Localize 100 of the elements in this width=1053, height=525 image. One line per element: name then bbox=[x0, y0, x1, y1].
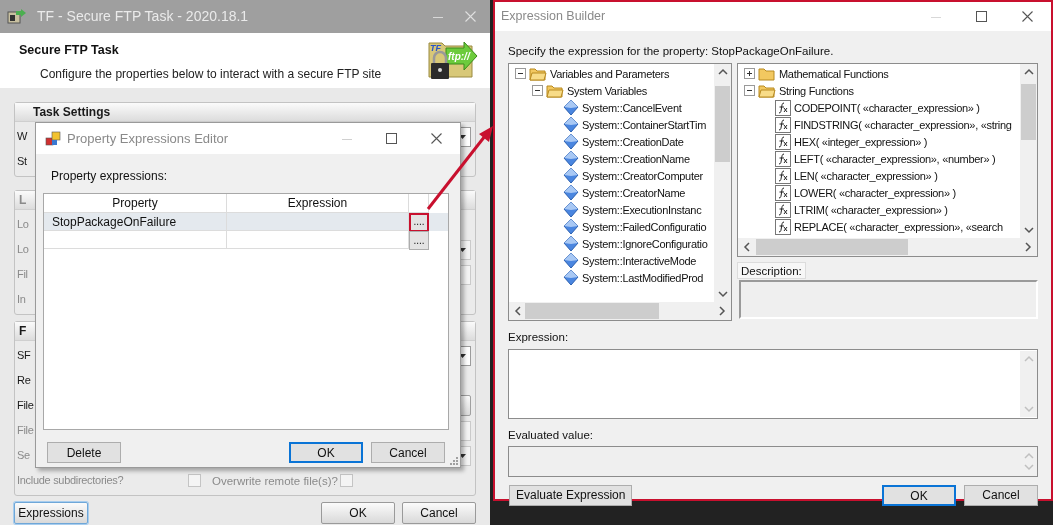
tree-label: System::LastModifiedProd bbox=[582, 270, 704, 286]
field-label: Fil bbox=[17, 267, 28, 283]
scrollbar-thumb[interactable] bbox=[1021, 84, 1036, 141]
tree-item[interactable]: HEX( «integer_expression» ) bbox=[738, 133, 1020, 151]
diamond-icon bbox=[563, 252, 579, 270]
dialog-button[interactable]: Cancel bbox=[964, 484, 1038, 506]
collapse-icon[interactable] bbox=[515, 68, 526, 80]
tree-item[interactable]: System::CancelEvent bbox=[509, 99, 714, 117]
resize-grip-icon[interactable] bbox=[450, 457, 458, 465]
dialog-button[interactable]: Delete bbox=[47, 442, 121, 463]
dialog-button[interactable]: Evaluate Expression bbox=[509, 484, 633, 506]
field-label: File bbox=[17, 423, 34, 439]
expand-icon[interactable] bbox=[744, 68, 755, 80]
function-icon bbox=[775, 167, 791, 184]
scrollbar-thumb[interactable] bbox=[756, 239, 908, 256]
tree-label: Mathematical Functions bbox=[779, 66, 889, 82]
table-row[interactable]: StopPackageOnFailure .... bbox=[44, 213, 448, 231]
tree-item[interactable]: System::CreatorName bbox=[509, 184, 714, 202]
tree-item[interactable]: LOWER( «character_expression» ) bbox=[738, 184, 1020, 202]
dialog-button[interactable]: OK bbox=[321, 502, 395, 524]
diamond-icon bbox=[563, 99, 579, 117]
checkbox-label: Overwrite remote file(s)? bbox=[212, 474, 338, 489]
tree-label: System::ExecutionInstanc bbox=[582, 202, 702, 218]
app-icon bbox=[7, 8, 27, 25]
field-label: Evaluated value: bbox=[508, 427, 595, 443]
tree-item[interactable]: REPLACE( «character_expression», «search bbox=[738, 218, 1020, 236]
tree-item[interactable]: LEFT( «character_expression», «number» ) bbox=[738, 150, 1020, 168]
dialog-button[interactable]: Cancel bbox=[371, 442, 445, 463]
collapse-icon[interactable] bbox=[532, 85, 543, 97]
tree-item[interactable]: Variables and Parameters bbox=[509, 65, 714, 83]
tree-label: System::CancelEvent bbox=[582, 100, 682, 116]
ftp-lock-logo: ftp:// TF bbox=[428, 39, 478, 81]
maximize-icon[interactable] bbox=[386, 133, 397, 144]
dialog-button[interactable]: OK bbox=[882, 484, 956, 506]
tree-label: CODEPOINT( «character_expression» ) bbox=[794, 100, 980, 116]
function-icon bbox=[775, 184, 791, 201]
group-header[interactable]: Task Settings bbox=[15, 103, 475, 122]
tree-item[interactable]: System::ExecutionInstanc bbox=[509, 201, 714, 219]
scrollbar-thumb[interactable] bbox=[525, 303, 659, 320]
tree-item[interactable]: System::CreationName bbox=[509, 150, 714, 168]
expression-field[interactable] bbox=[508, 348, 1038, 419]
tree-label: LEFT( «character_expression», «number» ) bbox=[794, 151, 996, 167]
description-tab[interactable]: Description: bbox=[737, 262, 806, 280]
window-title: Property Expressions Editor bbox=[67, 129, 229, 148]
scroll-down-icon[interactable] bbox=[717, 290, 728, 299]
caret-icon bbox=[459, 453, 466, 458]
function-icon bbox=[775, 99, 791, 116]
tree-item[interactable]: System::InteractiveMode bbox=[509, 252, 714, 270]
tree-item[interactable]: System::IgnoreConfiguratio bbox=[509, 235, 714, 253]
dialog-button[interactable]: OK bbox=[289, 442, 363, 463]
maximize-icon[interactable] bbox=[976, 11, 987, 22]
tree-item[interactable]: System::CreatorComputer bbox=[509, 167, 714, 185]
scroll-right-icon[interactable] bbox=[718, 306, 726, 317]
tree-item[interactable]: System::LastModifiedProd bbox=[509, 269, 714, 287]
tree-label: System Variables bbox=[567, 83, 647, 99]
tree-item[interactable]: System::CreationDate bbox=[509, 133, 714, 151]
tree-label: LEN( «character_expression» ) bbox=[794, 168, 938, 184]
tree-label: REPLACE( «character_expression», «search bbox=[794, 219, 1003, 235]
horizontal-scrollbar[interactable] bbox=[738, 238, 1037, 257]
field-label: Expression: bbox=[508, 330, 570, 346]
tree-item[interactable]: FINDSTRING( «character_expression», «string bbox=[738, 116, 1020, 134]
scrollbar-thumb[interactable] bbox=[715, 86, 730, 163]
tree-item[interactable]: System::ContainerStartTim bbox=[509, 116, 714, 134]
scroll-right-icon[interactable] bbox=[1024, 242, 1032, 253]
scroll-down-icon[interactable] bbox=[1023, 226, 1034, 235]
window-title: TF - Secure FTP Task - 2020.18.1 bbox=[37, 7, 249, 26]
tree-item[interactable]: String Functions bbox=[738, 82, 1020, 100]
dialog-button[interactable]: Cancel bbox=[402, 502, 476, 524]
tree-item[interactable]: Mathematical Functions bbox=[738, 65, 1020, 83]
prompt-text: Specify the expression for the property: StopPackageOnFailure. bbox=[508, 44, 835, 59]
field-label: Lo bbox=[17, 217, 29, 233]
tree-item[interactable]: LTRIM( «character_expression» ) bbox=[738, 201, 1020, 219]
tree-item[interactable]: System::FailedConfiguratio bbox=[509, 218, 714, 236]
scroll-left-icon[interactable] bbox=[743, 242, 751, 253]
tree-item[interactable]: LEN( «character_expression» ) bbox=[738, 167, 1020, 185]
folder-icon bbox=[758, 66, 776, 81]
collapse-icon[interactable] bbox=[744, 85, 755, 97]
dialog-button[interactable]: Expressions bbox=[14, 502, 88, 524]
field-label: Include subdirectories? bbox=[17, 473, 124, 489]
field-label: St bbox=[17, 154, 27, 170]
horizontal-scrollbar[interactable] bbox=[509, 302, 731, 321]
app-icon bbox=[45, 130, 61, 147]
tree-item[interactable]: CODEPOINT( «character_expression» ) bbox=[738, 99, 1020, 117]
group-title: L bbox=[19, 192, 27, 209]
vertical-scrollbar[interactable] bbox=[714, 64, 731, 303]
close-icon[interactable] bbox=[431, 133, 442, 144]
diamond-icon bbox=[563, 133, 579, 151]
tree-label: FINDSTRING( «character_expression», «string bbox=[794, 117, 1012, 133]
table-cell-text: StopPackageOnFailure bbox=[52, 213, 177, 231]
tree-label: System::CreatorName bbox=[582, 185, 686, 201]
header-subtitle: Configure the properties below to interact with a secure FTP site bbox=[39, 65, 382, 83]
field-label: File bbox=[17, 398, 34, 414]
close-icon[interactable] bbox=[1022, 11, 1033, 22]
tree-item[interactable]: System Variables bbox=[509, 82, 714, 100]
scroll-up-icon[interactable] bbox=[1023, 68, 1034, 77]
scroll-up-icon[interactable] bbox=[717, 68, 728, 77]
scroll-left-icon[interactable] bbox=[514, 306, 522, 317]
vertical-scrollbar[interactable] bbox=[1020, 64, 1037, 239]
tree-label: Variables and Parameters bbox=[550, 66, 670, 82]
ellipsis-button[interactable]: .... bbox=[409, 231, 429, 250]
